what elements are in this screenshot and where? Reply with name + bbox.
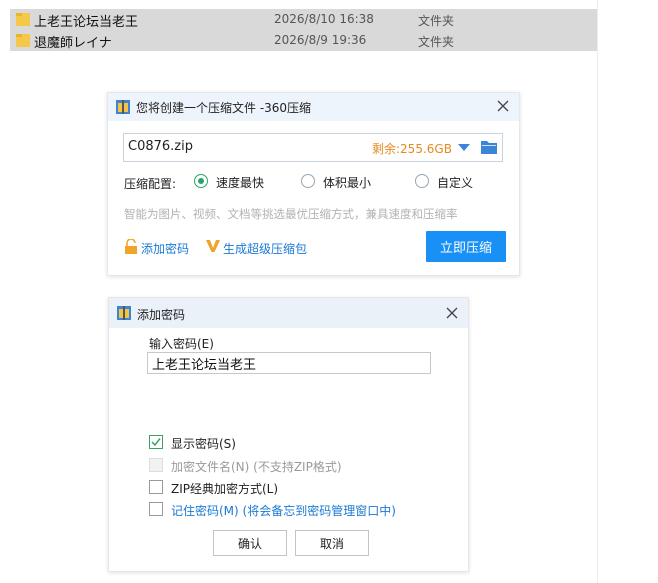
checkmark-icon	[151, 438, 161, 447]
radio-label: 体积最小	[323, 176, 372, 190]
checkbox-box	[149, 435, 163, 449]
file-type: 文件夹	[418, 14, 455, 28]
password-dialog-title: 添加密码	[137, 308, 186, 322]
checkbox-box	[149, 458, 163, 472]
folder-icon	[16, 34, 30, 47]
password-dialog-titlebar[interactable]: 添加密码	[109, 298, 468, 328]
file-date: 2026/8/10 16:38	[274, 12, 374, 26]
lock-icon	[125, 239, 137, 254]
folder-icon	[16, 13, 30, 26]
password-input[interactable]	[147, 352, 431, 374]
checkbox-label: ZIP经典加密方式(L)	[171, 482, 279, 496]
remaining-space: 剩余:255.6GB	[372, 142, 452, 156]
radio-circle	[194, 174, 208, 188]
checkbox-label: 加密文件名(N) (不支持ZIP格式)	[171, 460, 342, 474]
radio-label: 速度最快	[216, 176, 265, 190]
ok-button[interactable]: 确认	[213, 530, 287, 556]
super-pack-label: 生成超级压缩包	[223, 242, 308, 256]
chevron-down-icon[interactable]	[458, 144, 470, 152]
app-icon	[117, 306, 131, 320]
compress-dialog-titlebar[interactable]: 您将创建一个压缩文件 -360压缩	[108, 93, 519, 121]
file-row[interactable]: 退魔師レイナ 2026/8/9 19:36 文件夹	[10, 30, 597, 51]
archive-name-input[interactable]	[128, 137, 358, 156]
file-name: 上老王论坛当老王	[34, 15, 139, 30]
add-password-label: 添加密码	[141, 242, 190, 256]
cancel-button[interactable]: 取消	[295, 530, 369, 556]
compress-dialog-title: 您将创建一个压缩文件 -360压缩	[136, 101, 312, 115]
file-row[interactable]: 上老王论坛当老王 2026/8/10 16:38 文件夹	[10, 9, 597, 30]
archive-name-field: 剩余:255.6GB	[123, 133, 503, 162]
file-name: 退魔師レイナ	[34, 36, 112, 51]
file-list: 上老王论坛当老王 2026/8/10 16:38 文件夹 退魔師レイナ 2026…	[10, 9, 597, 51]
file-type: 文件夹	[418, 35, 455, 49]
radio-circle	[415, 174, 429, 188]
password-label: 输入密码(E)	[149, 337, 214, 351]
folder-browse-icon[interactable]	[481, 140, 497, 154]
close-icon[interactable]	[495, 98, 511, 114]
close-icon[interactable]	[444, 305, 460, 321]
file-date: 2026/8/9 19:36	[274, 33, 367, 47]
v-badge-icon	[206, 240, 220, 252]
checkbox-label: 显示密码(S)	[171, 437, 236, 451]
radio-circle	[301, 174, 315, 188]
password-dialog: 添加密码 输入密码(E) 显示密码(S) 加密文件名(N) (不支持ZIP格式)…	[108, 297, 469, 572]
app-icon	[116, 100, 130, 114]
checkbox-box	[149, 502, 163, 516]
compress-config-label: 压缩配置:	[124, 177, 177, 191]
checkbox-box	[149, 480, 163, 494]
panel-divider	[597, 0, 598, 583]
checkbox-label: 记住密码(M) (将会备忘到密码管理窗口中)	[171, 504, 396, 518]
radio-label: 自定义	[437, 176, 474, 190]
compress-dialog: 您将创建一个压缩文件 -360压缩 剩余:255.6GB 压缩配置: 速度最快 …	[107, 92, 520, 276]
compress-hint: 智能为图片、视频、文档等挑选最优压缩方式，兼具速度和压缩率	[124, 207, 458, 221]
compress-now-button[interactable]: 立即压缩	[426, 231, 506, 262]
